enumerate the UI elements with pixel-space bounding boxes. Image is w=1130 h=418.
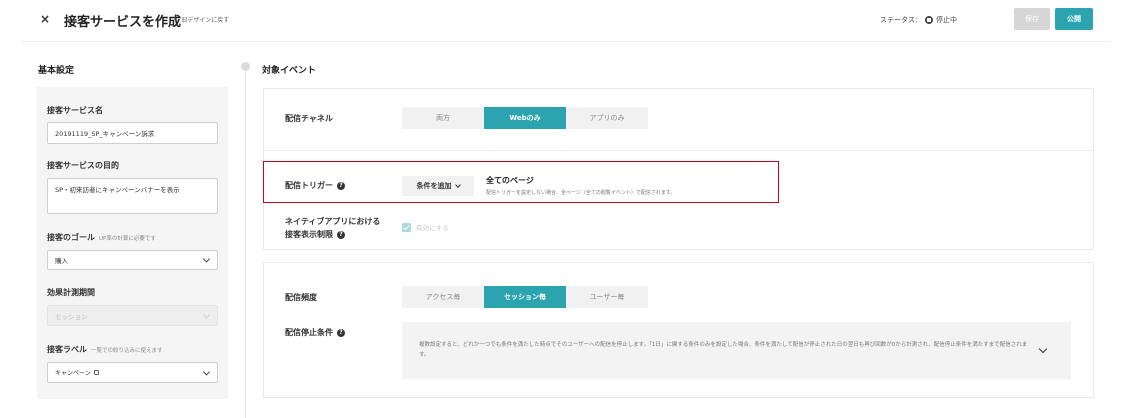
stop-condition-label-text: 配信停止条件 xyxy=(285,328,333,337)
label-tags-label-text: 接客ラベル xyxy=(47,345,87,354)
status-value: 停止中 xyxy=(936,16,957,24)
card-divider xyxy=(263,262,1094,263)
period-value: セッション xyxy=(55,312,88,321)
add-condition-button[interactable]: 条件を追加 xyxy=(402,176,474,196)
checkbox-icon[interactable] xyxy=(402,222,411,232)
stop-condition-label: 配信停止条件? xyxy=(285,326,345,339)
channel-option-app[interactable]: アプリのみ xyxy=(566,107,648,129)
close-icon[interactable]: × xyxy=(40,12,50,26)
goal-label: 接客のゴール UP率の計算に必要です xyxy=(47,232,156,243)
service-name-value: 20191119_SP_キャンペーン訴求 xyxy=(55,130,155,138)
chevron-down-icon[interactable] xyxy=(1038,344,1048,354)
purpose-label-text: 接客サービスの目的 xyxy=(47,161,119,170)
stop-icon xyxy=(925,16,933,24)
trigger-label-text: 配信トリガー xyxy=(285,181,333,190)
refresh-icon: C xyxy=(174,16,179,23)
chevron-down-icon xyxy=(454,182,461,188)
frequency-label: 配信頻度 xyxy=(285,293,317,302)
chevron-down-icon xyxy=(202,367,211,376)
goal-select[interactable]: 購入 xyxy=(47,250,218,270)
native-app-label-line2: 接客表示制限 xyxy=(285,230,333,239)
channel-option-both[interactable]: 両方 xyxy=(402,107,484,129)
purpose-label: 接客サービスの目的 xyxy=(47,160,119,171)
header-divider xyxy=(20,41,1110,42)
trigger-label: 配信トリガー? xyxy=(285,179,345,192)
remove-tag-icon[interactable] xyxy=(93,370,99,375)
native-app-checkbox-label: 有効にする xyxy=(416,224,449,232)
channel-label: 配信チャネル xyxy=(285,114,333,123)
native-app-checkbox[interactable]: 有効にする xyxy=(402,222,449,232)
revert-design-link[interactable]: C 旧デザインに戻す xyxy=(174,15,229,24)
service-name-label-text: 接客サービス名 xyxy=(47,106,103,115)
top-bar: × 接客サービスを作成 C 旧デザインに戻す ステータス： 停止中 保存 公開 xyxy=(0,0,1130,40)
purpose-value: SP・初来訪者にキャンペーンバナーを表示 xyxy=(55,186,180,194)
period-label-text: 効果計測期間 xyxy=(47,288,95,297)
label-tags-label: 接客ラベル 一覧での絞り込みに使えます xyxy=(47,344,163,355)
goal-label-text: 接客のゴール xyxy=(47,233,95,242)
help-icon[interactable]: ? xyxy=(337,230,345,239)
frequency-option-user[interactable]: ユーザー毎 xyxy=(566,286,648,308)
label-tag-text: キャンペーン xyxy=(55,370,91,377)
stop-condition-description: 複数設定すると、どれか一つでも条件を満たした時点でそのユーザーへの配信を停止しま… xyxy=(419,342,1028,358)
stop-condition-panel[interactable]: 複数設定すると、どれか一つでも条件を満たした時点でそのユーザーへの配信を停止しま… xyxy=(402,322,1071,379)
revert-design-label: 旧デザインに戻す xyxy=(181,17,230,24)
native-app-label: ネイティブアプリにおける 接客表示制限? xyxy=(285,215,380,241)
save-button[interactable]: 保存 xyxy=(1014,8,1050,30)
service-name-input[interactable]: 20191119_SP_キャンペーン訴求 xyxy=(47,122,218,144)
channel-segmented-control[interactable]: 両方 Webのみ アプリのみ xyxy=(402,107,648,129)
period-select: セッション xyxy=(47,305,218,326)
frequency-option-session[interactable]: セッション毎 xyxy=(484,286,566,308)
basic-settings-heading: 基本設定 xyxy=(38,66,75,76)
goal-hint: UP率の計算に必要です xyxy=(99,236,156,242)
period-label: 効果計測期間 xyxy=(47,287,95,298)
help-icon[interactable]: ? xyxy=(337,328,345,337)
channel-option-web[interactable]: Webのみ xyxy=(484,107,566,129)
trigger-description: 配信トリガーを設定しない場合、全ページ（全ての閲覧イベント）で配信されます。 xyxy=(486,190,676,196)
add-condition-label: 条件を追加 xyxy=(416,182,452,190)
help-icon[interactable]: ? xyxy=(337,181,345,190)
chevron-down-icon xyxy=(202,255,211,263)
label-tag-chip[interactable]: キャンペーン xyxy=(55,368,99,377)
status-label: ステータス： xyxy=(880,16,922,24)
timeline-dot xyxy=(241,62,250,71)
label-tags-hint: 一覧での絞り込みに使えます xyxy=(91,348,163,354)
publish-button[interactable]: 公開 xyxy=(1055,8,1093,30)
trigger-title: 全てのページ xyxy=(486,176,534,185)
frequency-option-access[interactable]: アクセス毎 xyxy=(402,286,484,308)
chevron-down-icon xyxy=(202,310,211,319)
status-indicator: ステータス： 停止中 xyxy=(880,15,957,25)
target-event-heading: 対象イベント xyxy=(262,66,317,76)
native-app-label-line1: ネイティブアプリにおける xyxy=(285,217,381,226)
purpose-textarea[interactable]: SP・初来訪者にキャンペーンバナーを表示 xyxy=(47,178,218,214)
card-divider xyxy=(263,150,1094,151)
page-title: 接客サービスを作成 xyxy=(64,15,182,30)
frequency-segmented-control[interactable]: アクセス毎 セッション毎 ユーザー毎 xyxy=(402,286,648,308)
timeline-line xyxy=(245,63,246,418)
label-tags-select[interactable]: キャンペーン xyxy=(47,362,218,383)
service-name-label: 接客サービス名 xyxy=(47,105,103,116)
goal-value: 購入 xyxy=(55,257,68,265)
